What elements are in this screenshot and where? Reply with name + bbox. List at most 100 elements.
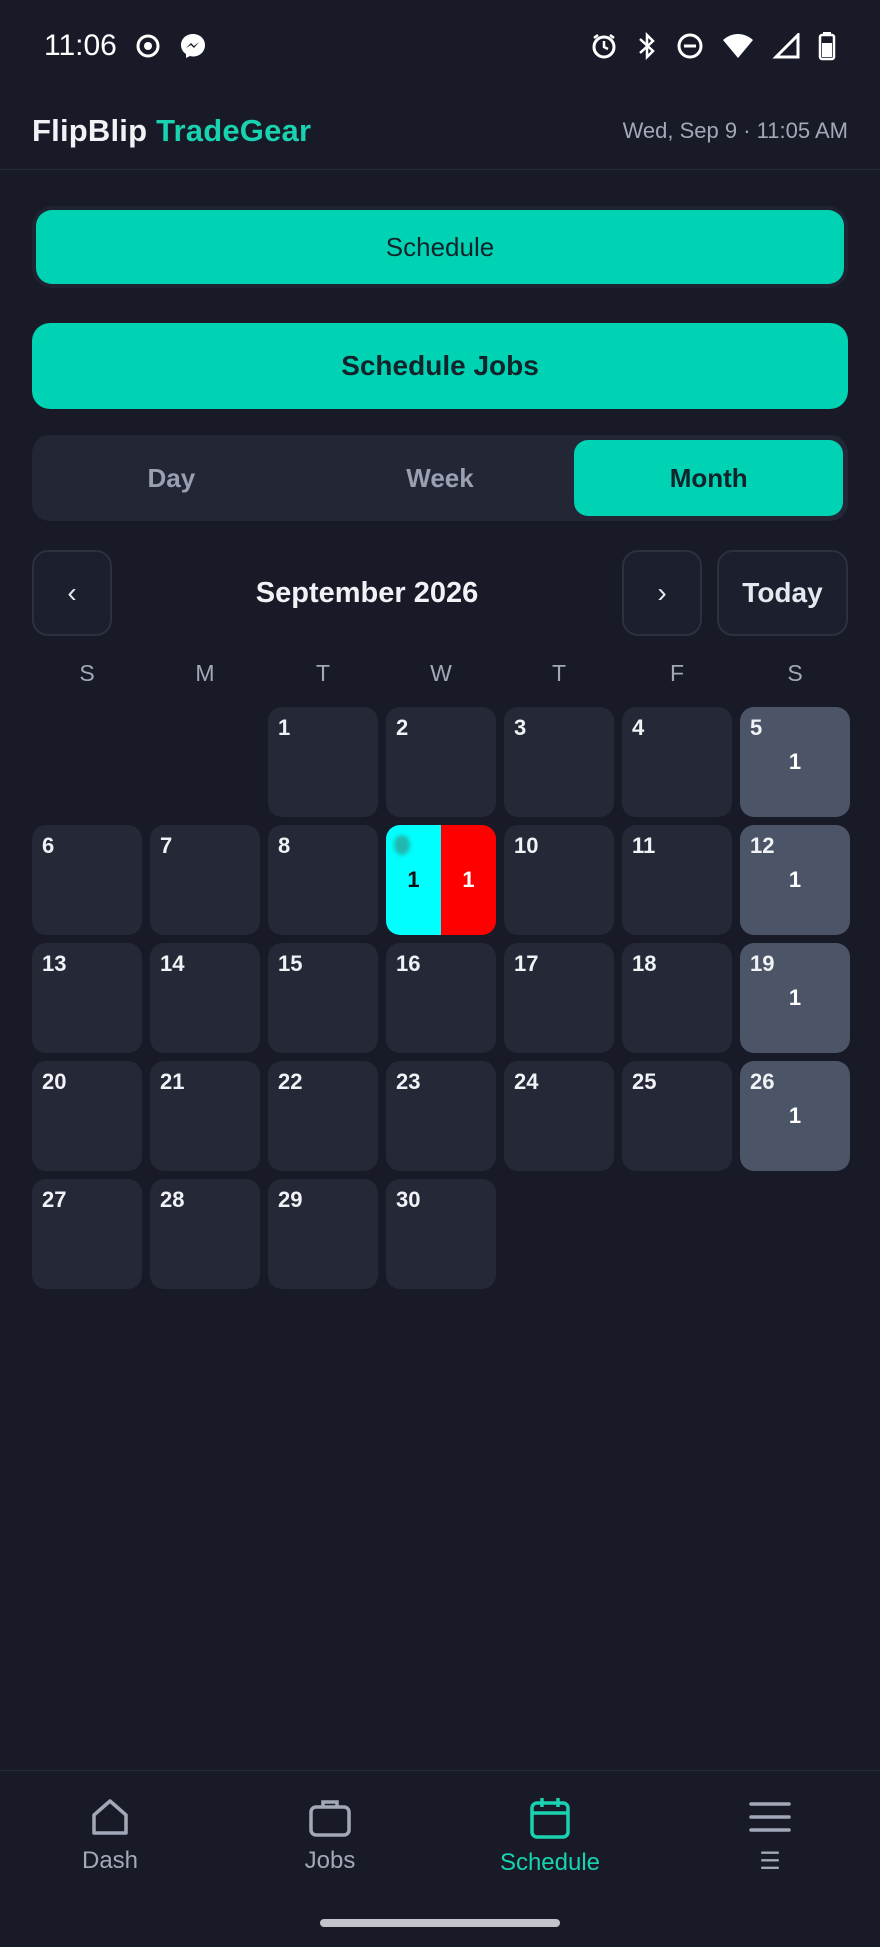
home-icon bbox=[92, 1799, 128, 1835]
battery-icon bbox=[818, 32, 836, 61]
day-number: 29 bbox=[278, 1187, 303, 1212]
weekday-thu: T bbox=[551, 660, 567, 686]
job-count: 1 bbox=[788, 749, 802, 774]
calendar-day-cell[interactable]: 23 bbox=[386, 1061, 496, 1171]
calendar-icon bbox=[530, 1798, 570, 1839]
nav-dash[interactable]: Dash bbox=[20, 1795, 200, 1895]
nav-jobs[interactable]: Jobs bbox=[240, 1795, 420, 1895]
day-number: 23 bbox=[396, 1069, 421, 1094]
day-number: 25 bbox=[632, 1069, 657, 1094]
day-number: 17 bbox=[514, 951, 539, 976]
calendar-day-cell[interactable]: 22 bbox=[268, 1061, 378, 1171]
weekday-sat: S bbox=[787, 660, 803, 686]
calendar-day-cell[interactable]: 13 bbox=[32, 943, 142, 1053]
calendar-day-cell[interactable]: 10 bbox=[504, 825, 614, 935]
day-number: 20 bbox=[42, 1069, 67, 1094]
menu-icon bbox=[749, 1802, 791, 1832]
view-month-tab[interactable]: Month bbox=[574, 440, 844, 516]
day-number: 28 bbox=[160, 1187, 185, 1212]
day-number: 16 bbox=[396, 951, 421, 976]
do-not-disturb-icon bbox=[677, 33, 703, 59]
prev-month-button[interactable]: ‹ bbox=[32, 550, 112, 636]
day-number: 12 bbox=[750, 833, 775, 858]
day-number: 21 bbox=[160, 1069, 185, 1094]
day-number: 27 bbox=[42, 1187, 67, 1212]
day-number: 8 bbox=[278, 833, 291, 858]
wifi-icon bbox=[723, 34, 753, 58]
schedule-jobs-button[interactable]: Schedule Jobs bbox=[32, 323, 848, 409]
calendar-day-cell[interactable]: 29 bbox=[268, 1179, 378, 1289]
calendar-day-cell[interactable]: 1 bbox=[268, 707, 378, 817]
calendar-grid: 1 2 3 4 5 1 6 7 8 1 1 10 11 12 1 13 14 15 16 17 18 19 1 20 21 22 2… bbox=[32, 707, 850, 1289]
weekday-wed: W bbox=[430, 660, 452, 686]
view-day-tab[interactable]: Day bbox=[37, 440, 306, 516]
calendar-day-cell[interactable]: 16 bbox=[386, 943, 496, 1053]
day-number: 2 bbox=[396, 715, 409, 740]
blurred-day-number bbox=[394, 835, 410, 855]
calendar-day-cell[interactable]: 26 1 bbox=[740, 1061, 850, 1171]
next-month-button[interactable]: › bbox=[622, 550, 702, 636]
weekday-fri: F bbox=[669, 660, 685, 686]
calendar-day-cell[interactable]: 3 bbox=[504, 707, 614, 817]
day-number: 5 bbox=[750, 715, 763, 740]
calendar-day-cell[interactable]: 24 bbox=[504, 1061, 614, 1171]
alarm-icon bbox=[592, 34, 616, 59]
schedule-card: Schedule bbox=[32, 206, 848, 288]
view-toggle: Day Week Month bbox=[32, 435, 848, 521]
nav-menu[interactable]: ☰ bbox=[680, 1795, 860, 1895]
brand-name: FlipBlip bbox=[32, 112, 148, 148]
day-number: 4 bbox=[632, 715, 645, 740]
weekday-tue: T bbox=[315, 660, 331, 686]
status-right bbox=[590, 31, 836, 61]
calendar-day-cell[interactable]: 6 bbox=[32, 825, 142, 935]
day-number: 24 bbox=[514, 1069, 539, 1094]
nav-schedule[interactable]: Schedule bbox=[460, 1795, 640, 1895]
calendar-day-cell[interactable]: 19 1 bbox=[740, 943, 850, 1053]
status-bar: 11:06 bbox=[0, 0, 880, 92]
job-count-segment[interactable]: 1 bbox=[441, 825, 496, 935]
calendar-day-cell[interactable]: 17 bbox=[504, 943, 614, 1053]
calendar-blank-cell bbox=[32, 707, 142, 817]
home-indicator[interactable] bbox=[320, 1919, 560, 1927]
app-header: FlipBlip TradeGear Wed, Sep 9 · 11:05 AM bbox=[0, 92, 880, 170]
weekday-header: S M T W T F S bbox=[32, 660, 848, 696]
calendar-day-cell[interactable]: 4 bbox=[622, 707, 732, 817]
job-count: 1 bbox=[407, 867, 420, 892]
day-number: 13 bbox=[42, 951, 67, 976]
calendar-blank-cell bbox=[150, 707, 260, 817]
today-button[interactable]: Today bbox=[717, 550, 848, 636]
calendar-day-cell[interactable]: 27 bbox=[32, 1179, 142, 1289]
calendar-day-cell[interactable]: 21 bbox=[150, 1061, 260, 1171]
day-number: 19 bbox=[750, 951, 775, 976]
calendar-day-cell[interactable]: 18 bbox=[622, 943, 732, 1053]
nav-jobs-label: Jobs bbox=[304, 1847, 356, 1874]
calendar-day-cell[interactable]: 2 bbox=[386, 707, 496, 817]
calendar-day-cell[interactable]: 14 bbox=[150, 943, 260, 1053]
calendar-day-cell[interactable]: 51 bbox=[740, 707, 850, 817]
nav-dash-label: Dash bbox=[81, 1847, 139, 1874]
day-number: 3 bbox=[514, 715, 527, 740]
schedule-button[interactable]: Schedule bbox=[36, 210, 844, 284]
calendar-day-cell[interactable]: 25 bbox=[622, 1061, 732, 1171]
status-left: 11:06 bbox=[44, 29, 207, 63]
app-brand: FlipBlip TradeGear bbox=[32, 113, 311, 149]
calendar-day-cell[interactable]: 28 bbox=[150, 1179, 260, 1289]
job-count: 1 bbox=[788, 1103, 802, 1128]
calendar-day-cell[interactable]: 7 bbox=[150, 825, 260, 935]
brand-product: TradeGear bbox=[156, 112, 312, 148]
header-datetime: Wed, Sep 9 · 11:05 AM bbox=[622, 117, 848, 143]
calendar-day-cell[interactable]: 11 bbox=[386, 825, 496, 935]
calendar-day-cell[interactable]: 20 bbox=[32, 1061, 142, 1171]
job-count: 1 bbox=[788, 985, 802, 1010]
view-week-tab[interactable]: Week bbox=[306, 440, 575, 516]
calendar-day-cell[interactable]: 15 bbox=[268, 943, 378, 1053]
hotspot-icon bbox=[136, 34, 160, 58]
day-number: 26 bbox=[750, 1069, 775, 1094]
day-number: 7 bbox=[160, 833, 173, 858]
status-time: 11:06 bbox=[44, 29, 117, 62]
calendar-day-cell[interactable]: 8 bbox=[268, 825, 378, 935]
day-number: 18 bbox=[632, 951, 657, 976]
calendar-day-cell[interactable]: 12 1 bbox=[740, 825, 850, 935]
calendar-day-cell[interactable]: 30 bbox=[386, 1179, 496, 1289]
calendar-day-cell[interactable]: 11 bbox=[622, 825, 732, 935]
